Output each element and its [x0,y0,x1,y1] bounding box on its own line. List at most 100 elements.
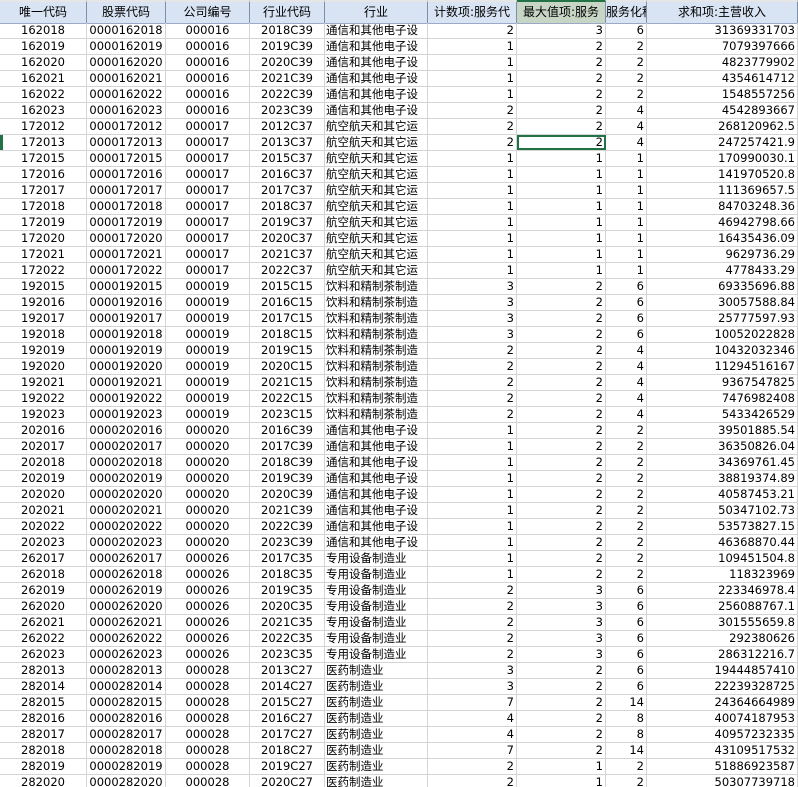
cell-service-count[interactable]: 1 [428,263,517,278]
cell-service-count[interactable]: 4 [428,711,517,726]
cell-industry-code[interactable]: 2023C39 [250,535,325,550]
cell-industry-code[interactable]: 2021C37 [250,247,325,262]
cell-stock-code[interactable]: 0000202022 [87,519,166,534]
cell-company-id[interactable]: 000017 [166,231,250,246]
cell-company-id[interactable]: 000017 [166,263,250,278]
cell-unique-code[interactable]: 282013 [0,663,87,678]
cell-service-count[interactable]: 1 [428,487,517,502]
cell-company-id[interactable]: 000020 [166,487,250,502]
cell-industry-code[interactable]: 2015C27 [250,695,325,710]
cell-main-revenue-sum[interactable]: 34369761.45 [647,455,798,470]
cell-service-max[interactable]: 2 [517,343,606,358]
cell-unique-code[interactable]: 172018 [0,199,87,214]
cell-industry[interactable]: 专用设备制造业 [325,647,428,662]
cell-unique-code[interactable]: 202021 [0,503,87,518]
cell-main-revenue-sum[interactable]: 111369657.5 [647,183,798,198]
cell-service-count[interactable]: 1 [428,167,517,182]
cell-stock-code[interactable]: 0000172018 [87,199,166,214]
cell-service-max[interactable]: 2 [517,407,606,422]
cell-service-count[interactable]: 1 [428,55,517,70]
cell-company-id[interactable]: 000028 [166,743,250,758]
cell-industry-code[interactable]: 2020C15 [250,359,325,374]
cell-service-max[interactable]: 2 [517,487,606,502]
cell-stock-code[interactable]: 0000202017 [87,439,166,454]
cell-stock-code[interactable]: 0000262017 [87,551,166,566]
cell-industry-code[interactable]: 2014C27 [250,679,325,694]
cell-service-max[interactable]: 2 [517,503,606,518]
cell-industry-code[interactable]: 2018C37 [250,199,325,214]
cell-service-max[interactable]: 2 [517,71,606,86]
cell-service-count[interactable]: 2 [428,359,517,374]
cell-servitization-level[interactable]: 2 [606,759,647,774]
cell-unique-code[interactable]: 172017 [0,183,87,198]
cell-main-revenue-sum[interactable]: 4823779902 [647,55,798,70]
cell-service-count[interactable]: 2 [428,119,517,134]
cell-industry-code[interactable]: 2018C35 [250,567,325,582]
cell-stock-code[interactable]: 0000262022 [87,631,166,646]
cell-servitization-level[interactable]: 8 [606,711,647,726]
cell-servitization-level[interactable]: 4 [606,407,647,422]
cell-servitization-level[interactable]: 14 [606,695,647,710]
cell-stock-code[interactable]: 0000192021 [87,375,166,390]
cell-stock-code[interactable]: 0000262018 [87,567,166,582]
cell-service-max[interactable]: 2 [517,55,606,70]
cell-service-count[interactable]: 2 [428,615,517,630]
cell-servitization-level[interactable]: 2 [606,455,647,470]
cell-unique-code[interactable]: 192018 [0,327,87,342]
cell-main-revenue-sum[interactable]: 223346978.4 [647,583,798,598]
cell-industry[interactable]: 航空航天和其它运 [325,247,428,262]
cell-unique-code[interactable]: 192019 [0,343,87,358]
cell-industry-code[interactable]: 2013C27 [250,663,325,678]
cell-stock-code[interactable]: 0000172013 [87,135,166,150]
cell-unique-code[interactable]: 282015 [0,695,87,710]
cell-industry[interactable]: 航空航天和其它运 [325,135,428,150]
cell-servitization-level[interactable]: 6 [606,615,647,630]
cell-service-max[interactable]: 2 [517,711,606,726]
cell-industry-code[interactable]: 2022C15 [250,391,325,406]
cell-service-max[interactable]: 1 [517,247,606,262]
cell-service-max[interactable]: 2 [517,471,606,486]
cell-unique-code[interactable]: 162020 [0,55,87,70]
cell-service-count[interactable]: 1 [428,183,517,198]
cell-servitization-level[interactable]: 6 [606,631,647,646]
cell-industry-code[interactable]: 2019C27 [250,759,325,774]
cell-industry-code[interactable]: 2018C39 [250,23,325,38]
cell-industry[interactable]: 医药制造业 [325,711,428,726]
cell-servitization-level[interactable]: 6 [606,647,647,662]
cell-stock-code[interactable]: 0000192015 [87,279,166,294]
cell-company-id[interactable]: 000016 [166,87,250,102]
cell-stock-code[interactable]: 0000282019 [87,759,166,774]
cell-service-count[interactable]: 1 [428,39,517,54]
header-company-id[interactable]: 公司编号 [166,2,250,23]
cell-servitization-level[interactable]: 4 [606,119,647,134]
cell-industry[interactable]: 航空航天和其它运 [325,263,428,278]
cell-industry-code[interactable]: 2022C39 [250,87,325,102]
cell-servitization-level[interactable]: 4 [606,359,647,374]
cell-industry-code[interactable]: 2015C15 [250,279,325,294]
cell-industry-code[interactable]: 2020C39 [250,487,325,502]
cell-unique-code[interactable]: 202016 [0,423,87,438]
cell-industry-code[interactable]: 2021C39 [250,71,325,86]
cell-industry[interactable]: 航空航天和其它运 [325,151,428,166]
cell-industry-code[interactable]: 2015C37 [250,151,325,166]
cell-main-revenue-sum[interactable]: 46942798.66 [647,215,798,230]
cell-industry[interactable]: 航空航天和其它运 [325,167,428,182]
cell-main-revenue-sum[interactable]: 5433426529 [647,407,798,422]
cell-industry-code[interactable]: 2021C39 [250,503,325,518]
cell-industry[interactable]: 专用设备制造业 [325,615,428,630]
cell-main-revenue-sum[interactable]: 40074187953 [647,711,798,726]
cell-service-count[interactable]: 1 [428,199,517,214]
cell-service-count[interactable]: 2 [428,775,517,787]
cell-industry[interactable]: 专用设备制造业 [325,583,428,598]
cell-company-id[interactable]: 000017 [166,135,250,150]
cell-industry[interactable]: 饮料和精制茶制造 [325,279,428,294]
cell-industry[interactable]: 饮料和精制茶制造 [325,311,428,326]
cell-servitization-level[interactable]: 2 [606,535,647,550]
cell-industry[interactable]: 通信和其他电子设 [325,535,428,550]
cell-main-revenue-sum[interactable]: 31369331703 [647,23,798,38]
cell-service-max[interactable]: 3 [517,647,606,662]
cell-stock-code[interactable]: 0000192017 [87,311,166,326]
cell-stock-code[interactable]: 0000262019 [87,583,166,598]
cell-service-max[interactable]: 2 [517,423,606,438]
cell-service-count[interactable]: 3 [428,295,517,310]
